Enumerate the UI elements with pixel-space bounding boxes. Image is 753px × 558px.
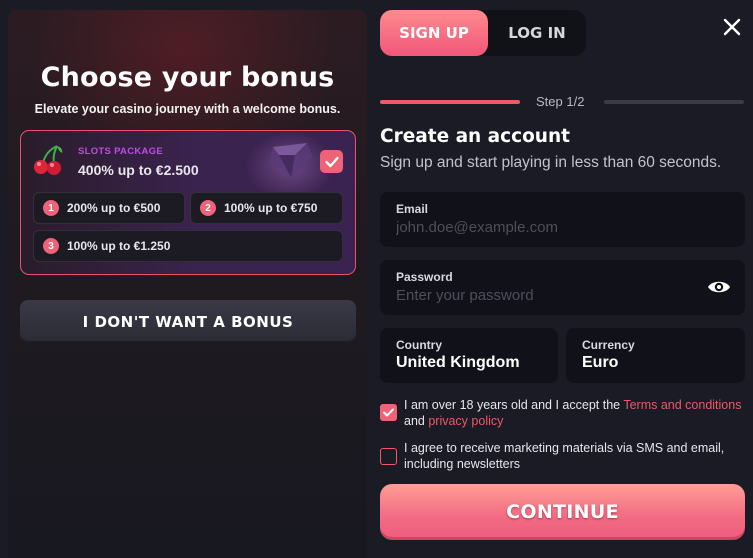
- privacy-link[interactable]: privacy policy: [428, 414, 503, 428]
- marketing-consent-checkbox[interactable]: [380, 448, 397, 465]
- bonus-title: Choose your bonus: [40, 62, 335, 93]
- marketing-consent-text: I agree to receive marketing materials v…: [404, 440, 745, 472]
- bonus-panel: Choose your bonus Elevate your casino jo…: [8, 10, 367, 558]
- slots-package-card[interactable]: SLOTS PACKAGE 400% up to €2.500 1 200% u…: [20, 130, 356, 275]
- tab-sign-up[interactable]: SIGN UP: [380, 10, 488, 56]
- eye-icon[interactable]: [707, 277, 731, 297]
- continue-button[interactable]: CONTINUE: [380, 484, 745, 540]
- bonus-option-1[interactable]: 1 200% up to €500: [33, 192, 185, 224]
- option-label: 200% up to €500: [67, 201, 161, 215]
- age-consent-text: I am over 18 years old and I accept the …: [404, 397, 745, 429]
- check-icon: [383, 408, 394, 417]
- close-button[interactable]: [718, 13, 746, 41]
- country-select[interactable]: Country United Kingdom: [380, 328, 558, 383]
- email-label: Email: [396, 202, 429, 216]
- age-consent-prefix: I am over 18 years old and I accept the: [404, 398, 624, 412]
- bonus-option-2[interactable]: 2 100% up to €750: [190, 192, 343, 224]
- marketing-line-1: I agree to receive marketing materials v…: [404, 441, 725, 455]
- country-label: Country: [396, 338, 442, 352]
- step-progress-done: [380, 100, 520, 104]
- auth-tabs: SIGN UP LOG IN: [380, 10, 586, 56]
- option-number: 2: [200, 200, 216, 216]
- package-label: SLOTS PACKAGE: [78, 146, 164, 157]
- package-value: 400% up to €2.500: [78, 162, 199, 178]
- option-label: 100% up to €750: [224, 201, 318, 215]
- no-bonus-button[interactable]: I DON'T WANT A BONUS: [20, 300, 356, 343]
- option-number: 3: [43, 238, 59, 254]
- bonus-subtitle: Elevate your casino journey with a welco…: [34, 102, 341, 116]
- email-field[interactable]: Email: [380, 192, 745, 247]
- country-value: United Kingdom: [396, 354, 520, 371]
- tab-log-in[interactable]: LOG IN: [488, 10, 586, 56]
- currency-label: Currency: [582, 338, 635, 352]
- cherry-icon: [34, 145, 63, 175]
- age-consent-and: and: [404, 414, 429, 428]
- marketing-line-2: including newsletters: [404, 457, 521, 471]
- step-progress-remaining: [604, 100, 744, 104]
- form-title: Create an account: [380, 126, 570, 147]
- age-consent-checkbox[interactable]: [380, 404, 397, 421]
- package-checkbox[interactable]: [320, 150, 343, 173]
- form-subtitle: Sign up and start playing in less than 6…: [380, 154, 722, 171]
- password-label: Password: [396, 270, 453, 284]
- check-icon: [324, 156, 339, 167]
- step-indicator: Step 1/2: [536, 94, 585, 109]
- terms-link[interactable]: Terms and conditions: [623, 398, 741, 412]
- email-input[interactable]: [396, 219, 696, 236]
- option-number: 1: [43, 200, 59, 216]
- option-label: 100% up to €1.250: [67, 239, 171, 253]
- password-input[interactable]: [396, 287, 686, 304]
- gem-icon: [269, 143, 313, 177]
- currency-select[interactable]: Currency Euro: [566, 328, 745, 383]
- bonus-option-3[interactable]: 3 100% up to €1.250: [33, 230, 343, 262]
- password-field[interactable]: Password: [380, 260, 745, 315]
- currency-value: Euro: [582, 354, 619, 371]
- close-icon: [723, 18, 741, 36]
